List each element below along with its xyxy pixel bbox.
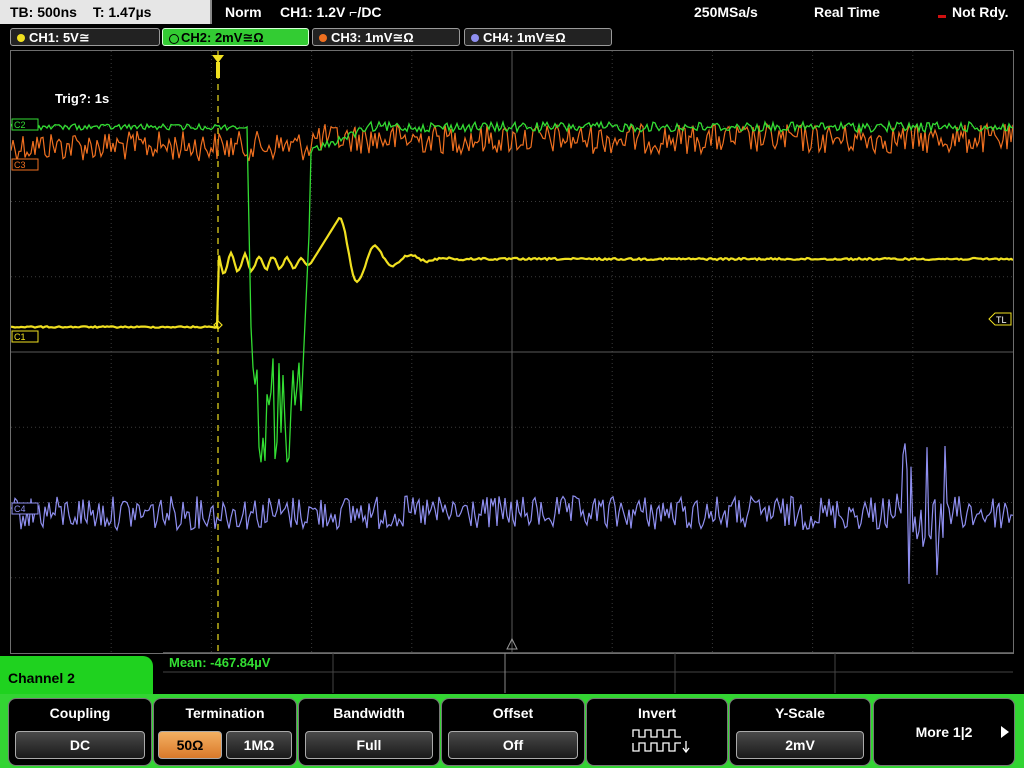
ch3-dot-icon bbox=[319, 34, 327, 42]
bandwidth-label: Bandwidth bbox=[333, 705, 405, 721]
coupling-label: Coupling bbox=[49, 705, 111, 721]
more-label: More 1|2 bbox=[915, 724, 973, 740]
ch4-marker-text: C4 bbox=[14, 504, 26, 514]
termination-softkey[interactable]: Termination 50Ω 1MΩ bbox=[153, 698, 297, 766]
tab-ch4-label: CH4: 1mV≅Ω bbox=[483, 30, 566, 45]
acquisition-mode[interactable]: Real Time bbox=[814, 0, 880, 24]
invert-softkey[interactable]: Invert bbox=[586, 698, 728, 766]
status-indicator-icon bbox=[938, 15, 946, 18]
timebase-label: TB: 500ns bbox=[10, 4, 77, 20]
trigger-mode[interactable]: Norm bbox=[225, 0, 262, 24]
ch2-dot-icon bbox=[169, 34, 179, 44]
ch4-marker: C4 bbox=[11, 502, 39, 515]
timebase-box[interactable]: TB: 500ns T: 1.47µs bbox=[0, 0, 212, 24]
trigger-level-marker: TL bbox=[988, 312, 1012, 326]
invert-label: Invert bbox=[637, 705, 677, 721]
channel-menu-tab[interactable]: Channel 2 bbox=[0, 656, 153, 696]
termination-1mohm-button[interactable]: 1MΩ bbox=[226, 731, 292, 759]
tab-ch4[interactable]: CH4: 1mV≅Ω bbox=[464, 28, 612, 46]
measurement-bar: Mean: -467.84µV bbox=[163, 652, 1013, 693]
offset-label: Offset bbox=[492, 705, 534, 721]
more-softkey[interactable]: More 1|2 bbox=[873, 698, 1015, 766]
status-bar: TB: 500ns T: 1.47µs Norm CH1: 1.2V ⌐/DC … bbox=[0, 0, 1024, 26]
coupling-value-button[interactable]: DC bbox=[15, 731, 145, 759]
ch2-marker: C2 bbox=[11, 118, 39, 131]
tab-ch3[interactable]: CH3: 1mV≅Ω bbox=[312, 28, 460, 46]
tab-ch2[interactable]: CH2: 2mV≅Ω bbox=[162, 28, 309, 46]
ch1-marker: C1 bbox=[11, 330, 39, 343]
coupling-softkey[interactable]: Coupling DC bbox=[8, 698, 152, 766]
measurement-grid bbox=[163, 653, 1013, 693]
termination-label: Termination bbox=[185, 705, 265, 721]
tab-ch2-label: CH2: 2mV≅Ω bbox=[181, 30, 264, 45]
yscale-softkey[interactable]: Y-Scale 2mV bbox=[729, 698, 871, 766]
invert-waveform-icon bbox=[632, 729, 690, 754]
sample-rate: 250MSa/s bbox=[694, 4, 758, 20]
termination-50ohm-button[interactable]: 50Ω bbox=[158, 731, 222, 759]
ch4-dot-icon bbox=[471, 34, 479, 42]
tab-ch3-label: CH3: 1mV≅Ω bbox=[331, 30, 414, 45]
ch2-marker-text: C2 bbox=[14, 120, 26, 130]
trigger-time-label: T: 1.47µs bbox=[92, 4, 152, 20]
tab-ch1[interactable]: CH1: 5V≅ bbox=[10, 28, 160, 46]
mean-measurement[interactable]: Mean: -467.84µV bbox=[169, 655, 270, 670]
ch3-marker: C3 bbox=[11, 158, 39, 171]
yscale-label: Y-Scale bbox=[775, 705, 825, 721]
acquisition-status: Not Rdy. bbox=[952, 4, 1009, 20]
waveform-display[interactable]: C2 C3 C1 C4 TL Trig?: 1s bbox=[10, 50, 1014, 654]
trigger-arrow-icon bbox=[212, 55, 224, 63]
trigger-setting[interactable]: CH1: 1.2V ⌐/DC bbox=[280, 0, 382, 24]
ch1-dot-icon bbox=[17, 34, 25, 42]
yscale-value-button[interactable]: 2mV bbox=[736, 731, 864, 759]
offset-value-button[interactable]: Off bbox=[448, 731, 578, 759]
trigger-level-text: TL bbox=[996, 315, 1007, 325]
trigger-countdown-text: Trig?: 1s bbox=[55, 91, 109, 106]
next-page-arrow-icon bbox=[1001, 726, 1009, 738]
tab-ch1-label: CH1: 5V≅ bbox=[29, 30, 90, 45]
channel-menu-title: Channel 2 bbox=[8, 670, 75, 686]
waveform-canvas: C2 C3 C1 C4 TL Trig?: 1s bbox=[11, 51, 1013, 653]
bandwidth-softkey[interactable]: Bandwidth Full bbox=[298, 698, 440, 766]
ch1-marker-text: C1 bbox=[14, 332, 26, 342]
ch3-marker-text: C3 bbox=[14, 160, 26, 170]
offset-softkey[interactable]: Offset Off bbox=[441, 698, 585, 766]
bandwidth-value-button[interactable]: Full bbox=[305, 731, 433, 759]
